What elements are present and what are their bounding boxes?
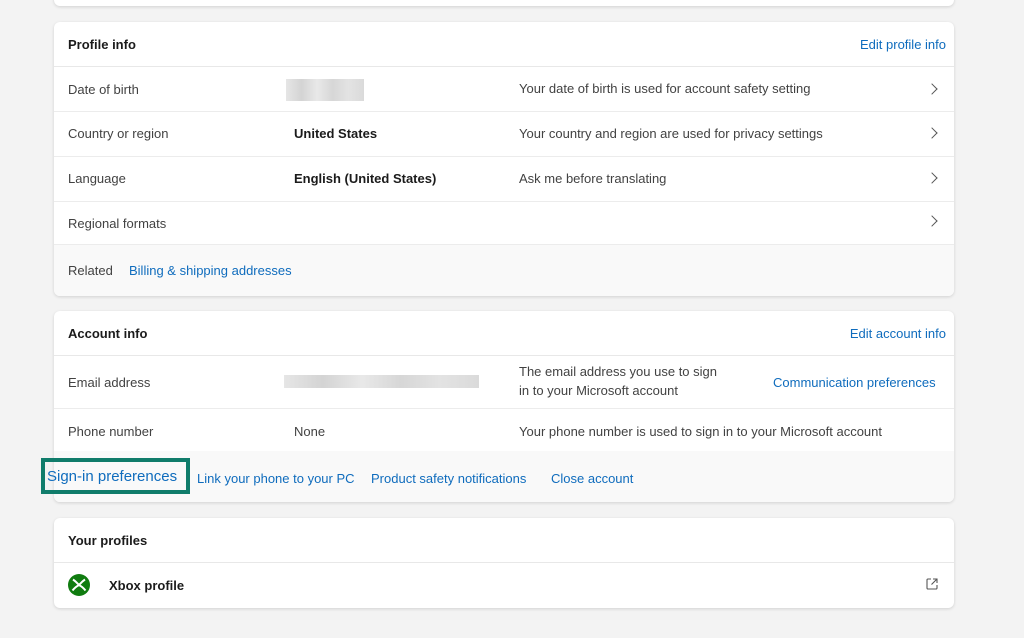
country-region-row[interactable]: Country or region United States Your cou… [54, 111, 954, 157]
your-profiles-header: Your profiles [54, 518, 954, 563]
profile-info-card: Profile info Edit profile info Date of b… [54, 22, 954, 296]
your-profiles-title: Your profiles [68, 533, 148, 548]
previous-card [54, 0, 954, 6]
xbox-icon [68, 574, 90, 596]
phone-number-desc: Your phone number is used to sign in to … [519, 424, 883, 439]
phone-number-row: Phone number None Your phone number is u… [54, 408, 954, 451]
xbox-profile-label: Xbox profile [109, 578, 185, 593]
chevron-right-icon [926, 83, 938, 95]
edit-account-info-link[interactable]: Edit account info [850, 326, 946, 341]
external-link-icon [926, 578, 938, 590]
date-of-birth-label: Date of birth [68, 82, 139, 97]
phone-number-value: None [294, 424, 326, 439]
country-region-desc: Your country and region are used for pri… [519, 126, 823, 141]
related-footer: Related Billing & shipping addresses [54, 245, 954, 296]
regional-formats-row[interactable]: Regional formats [54, 201, 954, 245]
your-profiles-card: Your profiles Xbox profile [54, 518, 954, 608]
account-footer: Link your phone to your PC Product safet… [54, 451, 954, 502]
edit-profile-info-link[interactable]: Edit profile info [860, 37, 946, 52]
country-region-value: United States [294, 126, 378, 141]
link-phone-link[interactable]: Link your phone to your PC [197, 471, 355, 486]
product-safety-link[interactable]: Product safety notifications [371, 471, 526, 486]
close-account-link[interactable]: Close account [551, 471, 633, 486]
profile-info-title: Profile info [68, 37, 136, 52]
language-value: English (United States) [294, 171, 437, 186]
phone-number-label: Phone number [68, 424, 154, 439]
country-region-label: Country or region [68, 126, 169, 141]
language-label: Language [68, 171, 126, 186]
sign-in-preferences-link[interactable]: Sign-in preferences [47, 468, 177, 485]
chevron-right-icon [926, 172, 938, 184]
email-address-redacted [284, 375, 479, 388]
profile-info-header: Profile info Edit profile info [54, 22, 954, 67]
communication-preferences-link[interactable]: Communication preferences [773, 375, 936, 390]
email-address-desc-line2: in to your Microsoft account [519, 383, 678, 398]
language-row[interactable]: Language English (United States) Ask me … [54, 156, 954, 202]
date-of-birth-redacted [286, 79, 364, 101]
account-info-header: Account info Edit account info [54, 311, 954, 356]
email-address-desc-line1: The email address you use to sign [519, 364, 717, 379]
billing-shipping-link[interactable]: Billing & shipping addresses [129, 263, 292, 278]
account-info-card: Account info Edit account info Email add… [54, 311, 954, 502]
xbox-profile-row[interactable]: Xbox profile [54, 563, 954, 608]
account-info-title: Account info [68, 326, 148, 341]
date-of-birth-desc: Your date of birth is used for account s… [519, 81, 811, 96]
email-address-label: Email address [68, 375, 151, 390]
related-label: Related [68, 263, 113, 278]
chevron-right-icon [926, 127, 938, 139]
date-of-birth-row[interactable]: Date of birth Your date of birth is used… [54, 67, 954, 112]
chevron-right-icon [926, 215, 938, 227]
regional-formats-label: Regional formats [68, 216, 167, 231]
email-address-row: Email address The email address you use … [54, 356, 954, 409]
language-desc: Ask me before translating [519, 171, 667, 186]
